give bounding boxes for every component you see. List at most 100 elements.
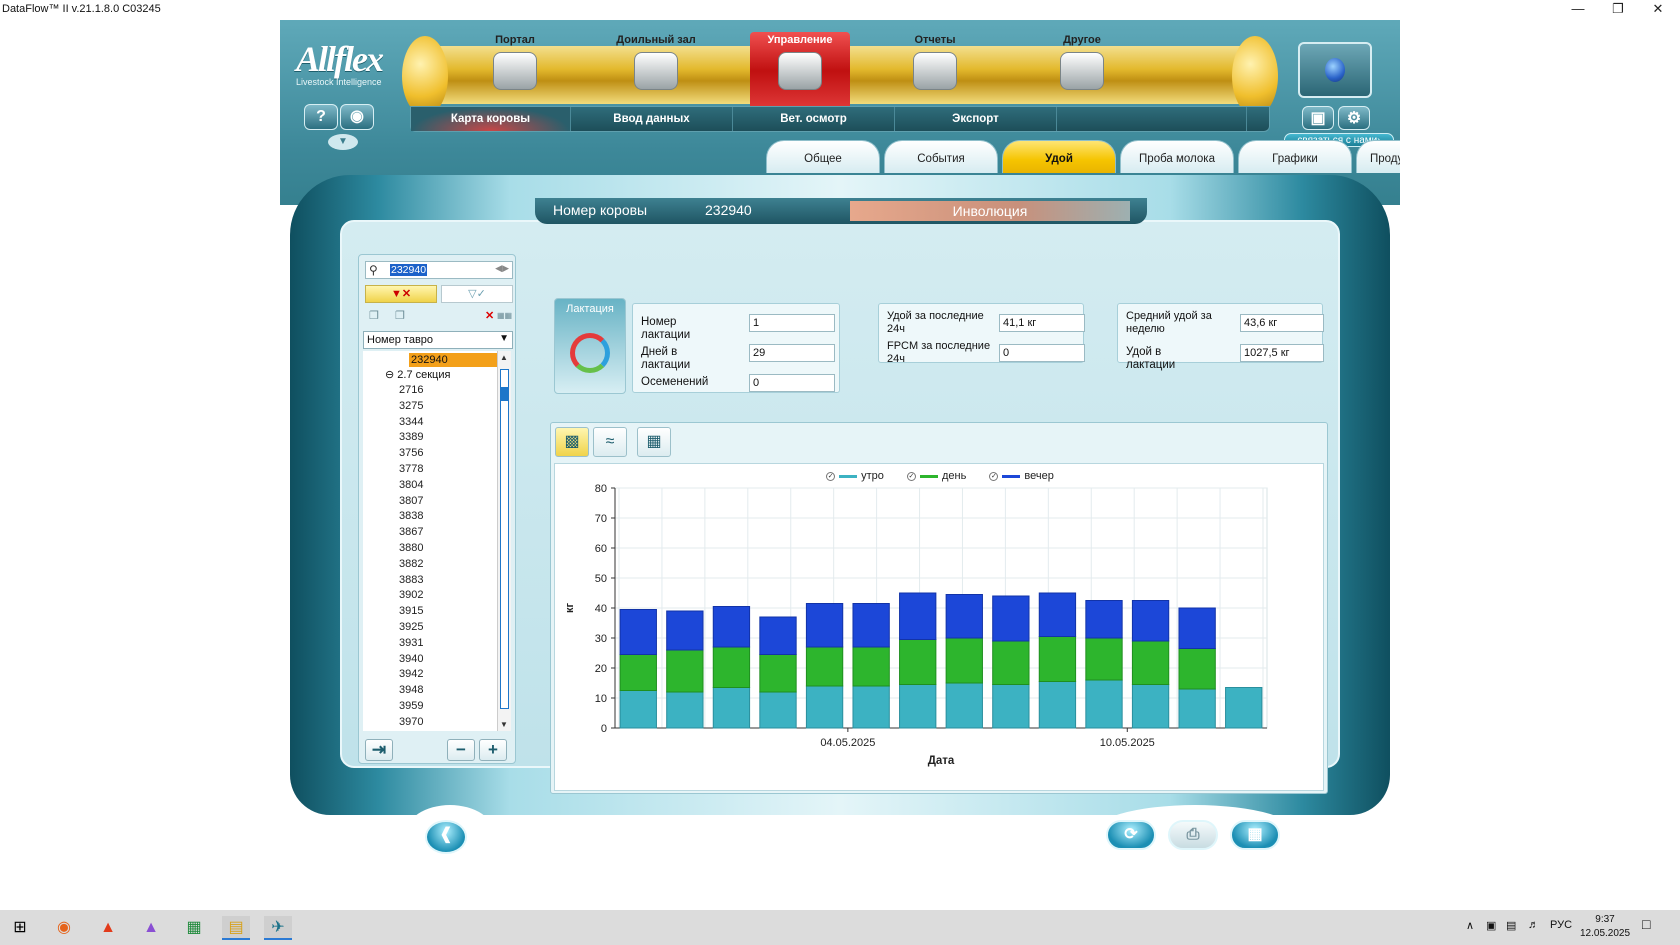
tree-item[interactable]: 3778 bbox=[399, 462, 423, 476]
print-icon[interactable]: ⎙ bbox=[1168, 820, 1218, 850]
brave-icon[interactable]: ▲ bbox=[94, 916, 122, 940]
notifications-icon[interactable]: □ bbox=[1642, 916, 1650, 932]
table-view-icon[interactable]: ▦ bbox=[637, 427, 671, 457]
monitor-icon[interactable]: ▣ bbox=[1302, 106, 1334, 130]
delete-icon[interactable]: ✕ bbox=[485, 309, 494, 322]
tree-item[interactable]: 3959 bbox=[399, 699, 423, 713]
days-in-lactation-input[interactable]: 29 bbox=[749, 344, 835, 362]
monitor-icon[interactable]: ▣ bbox=[1486, 919, 1496, 932]
tab-events[interactable]: События bbox=[884, 140, 998, 173]
line-chart-icon[interactable]: ≈ bbox=[593, 427, 627, 457]
chevron-down-icon[interactable]: ▼ bbox=[328, 134, 358, 150]
tree-item[interactable]: 3883 bbox=[399, 573, 423, 587]
nav-portal[interactable]: Портал bbox=[465, 32, 565, 110]
windows-start-icon[interactable]: ⊞ bbox=[6, 916, 34, 940]
tree-item[interactable]: 3389 bbox=[399, 430, 423, 444]
tab-general[interactable]: Общее bbox=[766, 140, 880, 173]
app-icon[interactable]: ▲ bbox=[137, 916, 165, 940]
help-icon[interactable]: ? bbox=[304, 104, 338, 130]
dataflow-taskbar-icon[interactable]: ✈ bbox=[264, 916, 292, 940]
gear-icon[interactable]: ⚙ bbox=[1338, 106, 1370, 130]
copy-icon[interactable]: ❐ bbox=[369, 309, 379, 322]
tree-item[interactable]: 3915 bbox=[399, 604, 423, 618]
tree-item[interactable]: 2716 bbox=[399, 383, 423, 397]
spreadsheet-icon[interactable]: ▦ bbox=[180, 916, 208, 940]
chart-svg: 0 10 20 30 40 50 60 70 80 04.05.2025 10.05.2025 Дат… bbox=[564, 483, 1268, 767]
tree-item[interactable]: 3882 bbox=[399, 557, 423, 571]
tree-scrollbar[interactable]: ▲ ▼ bbox=[497, 351, 511, 731]
export-list-icon[interactable]: ⇥ bbox=[365, 739, 393, 761]
scroll-up-icon[interactable]: ▲ bbox=[500, 353, 508, 362]
tab-productivity[interactable]: Продуктивность bbox=[1356, 140, 1400, 173]
prev-next-icon[interactable]: ◀▶ bbox=[495, 263, 509, 274]
tree-item[interactable]: 3970 bbox=[399, 715, 423, 729]
tree-item[interactable]: 3925 bbox=[399, 620, 423, 634]
subnav-data-entry[interactable]: Ввод данных bbox=[571, 107, 733, 131]
network-icon[interactable]: ▤ bbox=[1506, 919, 1516, 932]
scroll-thumb[interactable] bbox=[500, 387, 509, 401]
refresh-icon[interactable]: ⟳ bbox=[1106, 820, 1156, 850]
subnav-vet-check[interactable]: Вет. осмотр bbox=[733, 107, 895, 131]
cow-number-header: Номер коровы 232940 bbox=[535, 198, 847, 224]
tree-group[interactable]: ⊖ 2.7 секция bbox=[385, 368, 450, 382]
minus-button[interactable]: − bbox=[447, 739, 475, 761]
fpcm-24h-input[interactable]: 0 bbox=[999, 344, 1085, 362]
tree-item[interactable]: 3931 bbox=[399, 636, 423, 650]
y-tick-label: 50 bbox=[595, 573, 607, 585]
alarm-panel[interactable] bbox=[1298, 42, 1372, 98]
tab-milk-sample[interactable]: Проба молока bbox=[1120, 140, 1234, 173]
nav-management[interactable]: Управление bbox=[750, 32, 850, 110]
subnav-export[interactable]: Экспорт bbox=[895, 107, 1057, 131]
inseminations-input[interactable]: 0 bbox=[749, 374, 835, 392]
language-indicator[interactable]: РУС bbox=[1550, 919, 1572, 931]
avg-weekly-yield-input[interactable]: 43,6 кг bbox=[1240, 314, 1324, 332]
exit-door-icon[interactable]: ❰ bbox=[425, 820, 467, 854]
firefox-icon[interactable]: ◉ bbox=[50, 916, 78, 940]
scroll-down-icon[interactable]: ▼ bbox=[500, 720, 508, 729]
tree-item[interactable]: 3902 bbox=[399, 588, 423, 602]
filter-apply-icon[interactable]: ▽✓ bbox=[441, 285, 513, 303]
file-explorer-icon[interactable]: ▤ bbox=[222, 916, 250, 940]
lactation-yield-input[interactable]: 1027,5 кг bbox=[1240, 344, 1324, 362]
bar-segment bbox=[712, 606, 751, 648]
globe-icon[interactable]: ◉ bbox=[340, 104, 374, 130]
tab-graphs[interactable]: Графики bbox=[1238, 140, 1352, 173]
tree-item[interactable]: 3344 bbox=[399, 415, 423, 429]
restore-icon[interactable]: ❐ bbox=[1598, 0, 1638, 20]
bar-segment bbox=[619, 690, 657, 729]
subnav-cow-card[interactable]: Карта коровы bbox=[411, 107, 571, 131]
nav-reports[interactable]: Отчеты bbox=[885, 32, 985, 110]
lactation-number-input[interactable]: 1 bbox=[749, 314, 835, 332]
bar-chart-icon[interactable]: ▩ bbox=[555, 427, 589, 457]
id-type-select[interactable]: Номер тавро ▼ bbox=[363, 331, 513, 349]
yield-24h-input[interactable]: 41,1 кг bbox=[999, 314, 1085, 332]
y-tick-label: 0 bbox=[601, 723, 607, 735]
nav-milking-parlor[interactable]: Доильный зал bbox=[596, 32, 716, 110]
tree-item[interactable]: 3867 bbox=[399, 525, 423, 539]
minimize-icon[interactable]: — bbox=[1558, 0, 1598, 20]
field-label: Удой в лактации bbox=[1126, 346, 1176, 371]
clear-list-icon[interactable]: ▦▦ bbox=[497, 311, 512, 320]
tree-item[interactable]: 3807 bbox=[399, 494, 423, 508]
field-label: FPCM за последние 24ч bbox=[887, 340, 991, 365]
tree-item[interactable]: 3838 bbox=[399, 509, 423, 523]
filter-clear-icon[interactable]: ▼✕ bbox=[365, 285, 437, 303]
chevron-up-icon[interactable]: ∧ bbox=[1466, 919, 1474, 932]
tree-item[interactable]: 3804 bbox=[399, 478, 423, 492]
tree-item[interactable]: 3756 bbox=[399, 446, 423, 460]
search-input[interactable]: ⚲ 232940 ◀▶ bbox=[365, 261, 513, 279]
tab-yield[interactable]: Удой bbox=[1002, 140, 1116, 173]
close-icon[interactable]: ✕ bbox=[1638, 0, 1678, 20]
tree-item[interactable]: 3948 bbox=[399, 683, 423, 697]
volume-icon[interactable]: ♬ bbox=[1528, 919, 1539, 931]
tree-item[interactable]: 3942 bbox=[399, 667, 423, 681]
tree-item[interactable]: 3880 bbox=[399, 541, 423, 555]
tree-selected-item[interactable]: 232940 bbox=[409, 353, 497, 367]
paste-icon[interactable]: ❐ bbox=[395, 309, 405, 322]
clock[interactable]: 9:37 12.05.2025 bbox=[1580, 913, 1630, 941]
tree-item[interactable]: 3275 bbox=[399, 399, 423, 413]
plus-button[interactable]: + bbox=[479, 739, 507, 761]
tree-item[interactable]: 3940 bbox=[399, 652, 423, 666]
calendar-icon[interactable]: ▦ bbox=[1230, 820, 1280, 850]
nav-other[interactable]: Другое bbox=[1032, 32, 1132, 110]
